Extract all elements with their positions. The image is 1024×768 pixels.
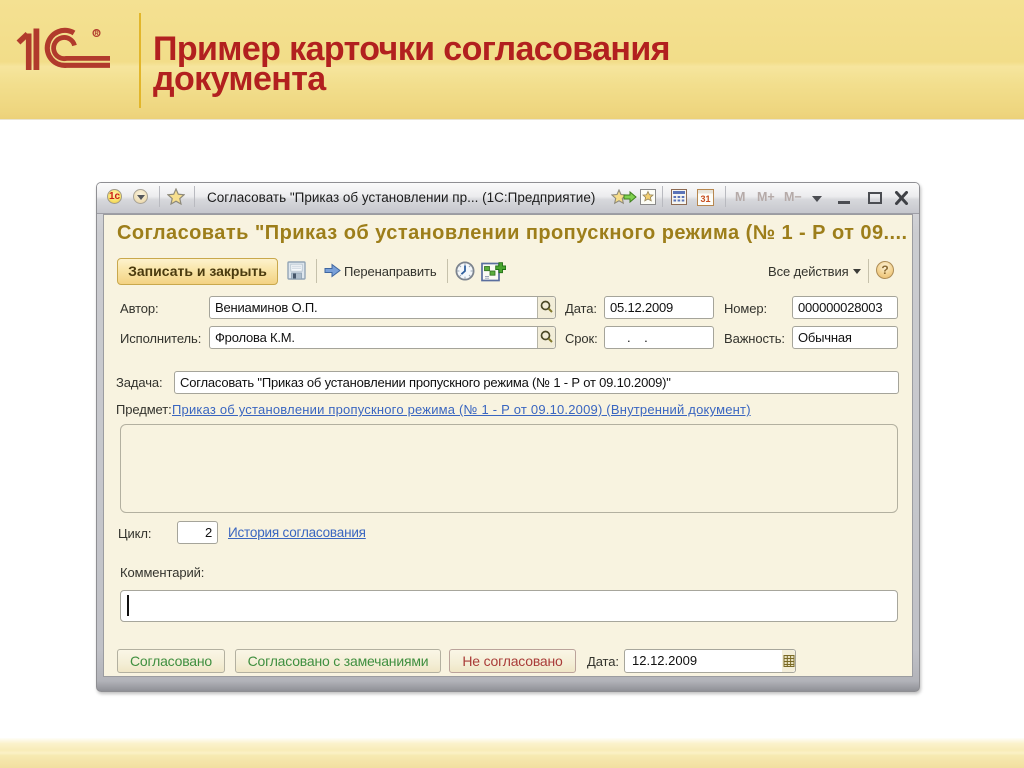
svg-text:31: 31 [700,194,710,204]
